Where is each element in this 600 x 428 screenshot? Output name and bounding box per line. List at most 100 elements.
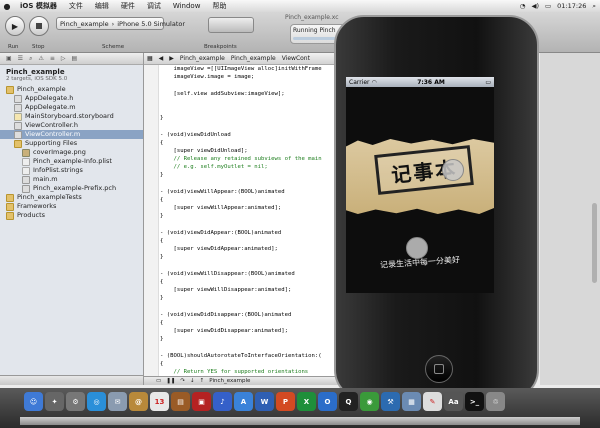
code-line[interactable]: - (void)viewDidUnload: [160, 131, 322, 139]
volume-icon[interactable]: ◀): [531, 2, 539, 10]
code-line[interactable]: [160, 106, 322, 114]
navigator-item[interactable]: coverImage.png: [0, 148, 143, 157]
navigator-item[interactable]: Supporting Files: [0, 139, 143, 148]
navigator-item[interactable]: Frameworks: [0, 202, 143, 211]
project-header[interactable]: Pinch_example 2 targets, iOS SDK 5.0: [0, 65, 143, 85]
contacts-icon[interactable]: @: [129, 392, 148, 411]
navigator-item[interactable]: ViewController.m: [0, 130, 143, 139]
debug-tab-icon[interactable]: ≡: [50, 55, 55, 62]
code-line[interactable]: [160, 122, 322, 130]
scheme-selector[interactable]: Pinch_example › iPhone 5.0 Simulator: [56, 17, 185, 30]
clock[interactable]: 01:17:26: [557, 2, 586, 10]
jumpbar-crumb[interactable]: Pinch_example: [228, 55, 279, 62]
app-store-icon[interactable]: A: [234, 392, 253, 411]
code-line[interactable]: }: [160, 212, 322, 220]
calendar-icon[interactable]: 13: [150, 392, 169, 411]
navigator-item[interactable]: AppDelegate.m: [0, 103, 143, 112]
home-button[interactable]: [425, 355, 453, 383]
itunes-icon[interactable]: ♪: [213, 392, 232, 411]
outlook-icon[interactable]: O: [318, 392, 337, 411]
code-line[interactable]: // e.g. self.myOutlet = nil;: [160, 163, 322, 171]
jumpbar-crumb[interactable]: ViewCont: [279, 55, 313, 62]
back-icon[interactable]: ◀: [156, 55, 167, 62]
code-line[interactable]: - (void)viewDidAppear:(BOOL)animated: [160, 229, 322, 237]
code-line[interactable]: {: [160, 139, 322, 147]
forward-icon[interactable]: ▶: [166, 55, 177, 62]
navigator-item[interactable]: ViewController.h: [0, 121, 143, 130]
code-line[interactable]: }: [160, 114, 322, 122]
navigator-item[interactable]: Pinch_example-Info.plist: [0, 157, 143, 166]
navigator-item[interactable]: Products: [0, 211, 143, 220]
navigator-item[interactable]: InfoPlist.strings: [0, 166, 143, 175]
system-prefs-icon[interactable]: ⚙: [66, 392, 85, 411]
code-line[interactable]: [160, 180, 322, 188]
menu-hardware[interactable]: 硬件: [115, 1, 141, 11]
menu-debug[interactable]: 调试: [141, 1, 167, 11]
textedit-icon[interactable]: ✎: [423, 392, 442, 411]
word-icon[interactable]: W: [255, 392, 274, 411]
editor-scrollbar[interactable]: [592, 203, 597, 283]
code-line[interactable]: imageView.image = image;: [160, 73, 322, 81]
code-line[interactable]: - (BOOL)shouldAutorotateToInterfaceOrien…: [160, 352, 322, 360]
code-line[interactable]: [super viewDidDisappear:animated];: [160, 327, 322, 335]
step-over-icon[interactable]: ↷: [180, 378, 185, 384]
code-line[interactable]: }: [160, 335, 322, 343]
code-line[interactable]: [160, 81, 322, 89]
code-line[interactable]: }: [160, 253, 322, 261]
step-in-icon[interactable]: ↓: [190, 378, 195, 384]
search-tab-icon[interactable]: ⌕: [29, 55, 32, 63]
code-line[interactable]: [160, 98, 322, 106]
powerpoint-icon[interactable]: P: [276, 392, 295, 411]
breakpoint-tab-icon[interactable]: ▷: [61, 55, 66, 62]
code-text[interactable]: imageView =[[UIImageView alloc]initWithF…: [160, 65, 322, 376]
code-line[interactable]: }: [160, 294, 322, 302]
code-line[interactable]: [160, 302, 322, 310]
excel-icon[interactable]: X: [297, 392, 316, 411]
code-line[interactable]: [160, 343, 322, 351]
pinch-touch-point-2[interactable]: [406, 237, 428, 259]
code-line[interactable]: {: [160, 360, 322, 368]
terminal-icon[interactable]: >_: [465, 392, 484, 411]
pinch-touch-point-1[interactable]: [442, 159, 464, 181]
qq-icon[interactable]: Q: [339, 392, 358, 411]
code-line[interactable]: {: [160, 237, 322, 245]
code-line[interactable]: - (void)viewDidDisappear:(BOOL)animated: [160, 311, 322, 319]
jumpbar-crumb[interactable]: Pinch_example: [177, 55, 228, 62]
navigator-item[interactable]: AppDelegate.h: [0, 94, 143, 103]
apple-icon[interactable]: ●: [0, 2, 14, 11]
menu-edit[interactable]: 编辑: [89, 1, 115, 11]
launchpad-icon[interactable]: ✦: [45, 392, 64, 411]
code-line[interactable]: [super viewWillAppear:animated];: [160, 204, 322, 212]
log-tab-icon[interactable]: ▤: [71, 55, 77, 62]
navigator-item[interactable]: main.m: [0, 175, 143, 184]
related-files-icon[interactable]: ▦: [144, 55, 156, 62]
code-line[interactable]: {: [160, 319, 322, 327]
trash-icon[interactable]: ♲: [486, 392, 505, 411]
dictionary-icon[interactable]: Aa: [444, 392, 463, 411]
menu-file[interactable]: 文件: [63, 1, 89, 11]
code-line[interactable]: [super viewWillDisappear:animated];: [160, 286, 322, 294]
code-line[interactable]: // Release any retained subviews of the …: [160, 155, 321, 163]
navigator-item[interactable]: Pinch_example: [0, 85, 143, 94]
folder-tab-icon[interactable]: ▣: [6, 55, 12, 62]
code-line[interactable]: [super viewDidAppear:animated];: [160, 245, 322, 253]
battery-icon[interactable]: ▭: [545, 2, 551, 10]
source-editor[interactable]: imageView =[[UIImageView alloc]initWithF…: [144, 65, 346, 376]
code-line[interactable]: [super viewDidUnload];: [160, 147, 322, 155]
code-line[interactable]: [160, 262, 322, 270]
wifi-icon[interactable]: ◔: [520, 2, 526, 10]
photo-booth-icon[interactable]: ▣: [192, 392, 211, 411]
menu-window[interactable]: Window: [167, 2, 207, 10]
mail-icon[interactable]: ✉: [108, 392, 127, 411]
navigator-item[interactable]: MainStoryboard.storyboard: [0, 112, 143, 121]
chrome-icon[interactable]: ◉: [360, 392, 379, 411]
run-button[interactable]: ▶: [5, 16, 25, 36]
safari-icon[interactable]: ◎: [87, 392, 106, 411]
navigator-item[interactable]: Pinch_exampleTests: [0, 193, 143, 202]
pause-icon[interactable]: ❚❚: [166, 378, 175, 384]
app-image-view[interactable]: 记事本 记录生活中每一分美好: [346, 87, 494, 293]
code-line[interactable]: {: [160, 278, 322, 286]
code-line[interactable]: - (void)viewWillAppear:(BOOL)animated: [160, 188, 322, 196]
code-line[interactable]: {: [160, 196, 322, 204]
navigator-item[interactable]: Pinch_example-Prefix.pch: [0, 184, 143, 193]
